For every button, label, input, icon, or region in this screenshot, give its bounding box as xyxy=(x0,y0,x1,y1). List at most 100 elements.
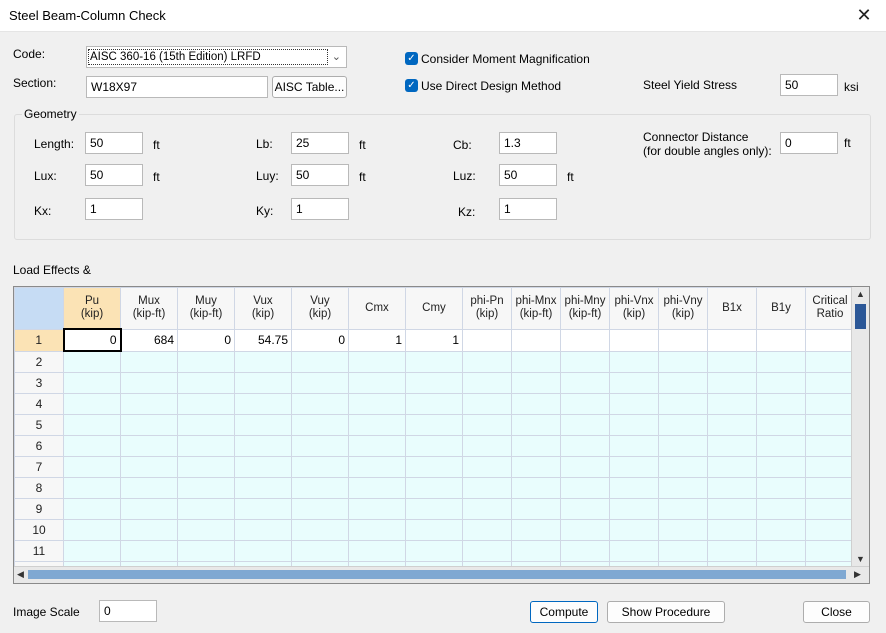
grid-cell[interactable] xyxy=(756,435,806,457)
row-header[interactable]: 2 xyxy=(14,350,64,373)
grid-cell[interactable]: 0 xyxy=(291,328,349,352)
column-header[interactable]: Vuy (kip) xyxy=(291,287,349,330)
grid-cell[interactable] xyxy=(609,435,659,457)
connector-input[interactable]: 0 xyxy=(780,132,838,154)
grid-cell[interactable] xyxy=(609,328,659,352)
grid-cell[interactable] xyxy=(291,414,349,436)
grid-cell[interactable] xyxy=(177,498,235,520)
grid-cell[interactable] xyxy=(177,372,235,394)
scroll-up-icon[interactable]: ▲ xyxy=(856,289,865,299)
grid-cell[interactable] xyxy=(348,456,406,478)
grid-cell[interactable] xyxy=(177,435,235,457)
grid-cell[interactable] xyxy=(120,540,178,562)
grid-cell[interactable] xyxy=(805,456,855,478)
length-input[interactable]: 50 xyxy=(85,132,143,154)
grid-cell[interactable] xyxy=(120,372,178,394)
column-header[interactable]: B1x xyxy=(707,287,757,330)
grid-cell[interactable] xyxy=(63,414,121,436)
grid-cell[interactable] xyxy=(462,498,512,520)
grid-cell[interactable] xyxy=(291,435,349,457)
lux-input[interactable]: 50 xyxy=(85,164,143,186)
grid-cell[interactable] xyxy=(63,498,121,520)
grid-cell[interactable] xyxy=(707,328,757,352)
row-header[interactable]: 3 xyxy=(14,372,64,394)
compute-button[interactable]: Compute xyxy=(530,601,598,623)
grid-cell[interactable] xyxy=(805,477,855,499)
kx-input[interactable]: 1 xyxy=(85,198,143,220)
grid-cell[interactable] xyxy=(291,456,349,478)
grid-cell[interactable] xyxy=(234,456,292,478)
grid-cell[interactable] xyxy=(511,350,561,373)
row-header[interactable]: 11 xyxy=(14,540,64,562)
grid-cell[interactable] xyxy=(756,393,806,415)
grid-cell[interactable] xyxy=(348,498,406,520)
grid-cell[interactable] xyxy=(405,498,463,520)
grid-cell[interactable] xyxy=(707,456,757,478)
grid-cell[interactable] xyxy=(462,456,512,478)
yield-stress-input[interactable]: 50 xyxy=(780,74,838,96)
column-header[interactable]: Vux (kip) xyxy=(234,287,292,330)
grid-cell[interactable] xyxy=(63,393,121,415)
lb-input[interactable]: 25 xyxy=(291,132,349,154)
horizontal-scroll-thumb[interactable] xyxy=(28,570,846,579)
grid-cell[interactable] xyxy=(405,519,463,541)
grid-cell[interactable] xyxy=(658,435,708,457)
grid-cell[interactable] xyxy=(120,498,178,520)
grid-cell[interactable] xyxy=(707,519,757,541)
grid-cell[interactable] xyxy=(234,372,292,394)
grid-cell[interactable] xyxy=(609,519,659,541)
grid-cell[interactable] xyxy=(805,372,855,394)
grid-cell[interactable] xyxy=(805,350,855,373)
grid-cell[interactable] xyxy=(291,393,349,415)
grid-cell[interactable] xyxy=(462,477,512,499)
grid-cell[interactable] xyxy=(805,435,855,457)
grid-cell[interactable] xyxy=(560,435,610,457)
grid-cell[interactable] xyxy=(234,414,292,436)
grid-cell[interactable] xyxy=(177,350,235,373)
grid-cell[interactable] xyxy=(609,393,659,415)
column-header[interactable]: phi-Vny (kip) xyxy=(658,287,708,330)
grid-cell[interactable] xyxy=(560,372,610,394)
grid-cell[interactable] xyxy=(707,498,757,520)
column-header[interactable]: phi-Vnx (kip) xyxy=(609,287,659,330)
grid-cell[interactable] xyxy=(177,456,235,478)
grid-cell[interactable] xyxy=(348,477,406,499)
grid-cell[interactable] xyxy=(560,328,610,352)
load-effects-grid[interactable]: Pu (kip) Mux (kip-ft) Muy (kip-ft) Vux (kip) Vuy… xyxy=(13,286,870,584)
row-header[interactable]: 7 xyxy=(14,456,64,478)
column-header[interactable]: Mux (kip-ft) xyxy=(120,287,178,330)
column-header[interactable]: Cmx xyxy=(348,287,406,330)
grid-cell[interactable] xyxy=(658,393,708,415)
vertical-scroll-thumb[interactable] xyxy=(855,304,866,329)
grid-cell[interactable] xyxy=(511,435,561,457)
grid-cell[interactable] xyxy=(405,414,463,436)
grid-cell[interactable] xyxy=(462,540,512,562)
grid-cell[interactable] xyxy=(609,477,659,499)
grid-cell[interactable] xyxy=(405,540,463,562)
grid-corner[interactable] xyxy=(14,287,64,330)
grid-cell[interactable] xyxy=(805,414,855,436)
grid-cell[interactable] xyxy=(120,456,178,478)
column-header[interactable]: B1y xyxy=(756,287,806,330)
grid-cell[interactable] xyxy=(177,477,235,499)
grid-cell[interactable] xyxy=(658,456,708,478)
section-input[interactable]: W18X97 xyxy=(86,76,268,98)
grid-cell[interactable] xyxy=(177,393,235,415)
grid-cell[interactable] xyxy=(462,414,512,436)
grid-cell[interactable] xyxy=(120,393,178,415)
code-select[interactable]: AISC 360-16 (15th Edition) LRFD ⌄ xyxy=(86,46,347,68)
grid-cell[interactable] xyxy=(511,328,561,352)
grid-cell[interactable] xyxy=(462,519,512,541)
grid-cell[interactable]: 54.75 xyxy=(234,328,292,352)
grid-cell[interactable] xyxy=(234,350,292,373)
direct-design-checkbox[interactable]: ✓ xyxy=(405,79,418,92)
grid-cell[interactable] xyxy=(234,540,292,562)
grid-cell[interactable] xyxy=(462,393,512,415)
grid-cell[interactable] xyxy=(348,414,406,436)
grid-cell[interactable]: 0 xyxy=(177,328,235,352)
grid-cell[interactable] xyxy=(348,540,406,562)
column-header[interactable]: Cmy xyxy=(405,287,463,330)
column-header[interactable]: phi-Mnx (kip-ft) xyxy=(511,287,561,330)
grid-cell[interactable] xyxy=(707,372,757,394)
grid-cell[interactable] xyxy=(609,350,659,373)
